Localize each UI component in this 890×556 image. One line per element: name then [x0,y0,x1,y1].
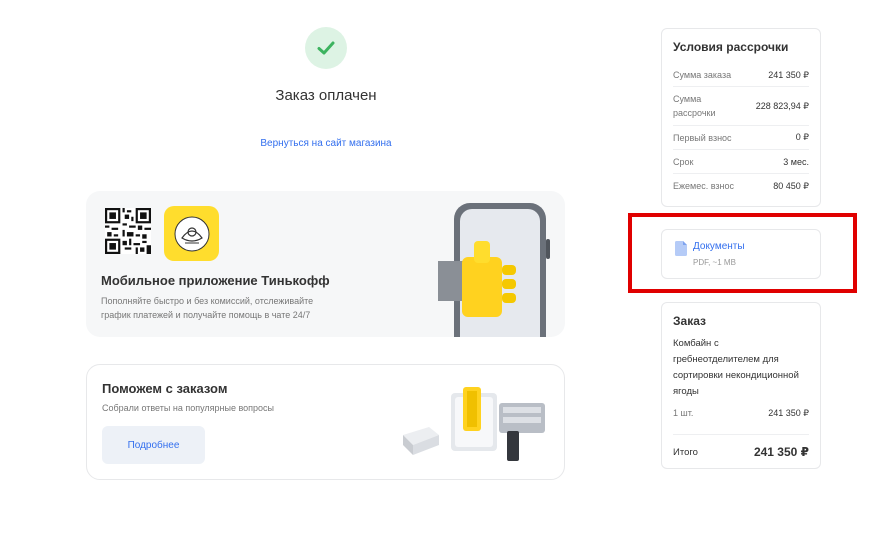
order-qty-row: 1 шт. 241 350 ₽ [673,408,809,419]
back-to-shop-link[interactable]: Вернуться на сайт магазина [180,138,472,149]
terms-value: 3 мес. [783,156,809,167]
terms-value: 241 350 ₽ [768,69,809,80]
terms-row: Срок 3 мес. [673,150,809,174]
terms-value: 80 450 ₽ [773,180,809,191]
total-label: Итого [673,446,698,458]
installment-terms-panel: Условия рассрочки Сумма заказа 241 350 ₽… [661,28,821,207]
check-icon [317,41,335,55]
terms-label: Ежемес. взнос [673,181,735,191]
terms-row: Сумма заказа 241 350 ₽ [673,64,809,87]
terms-label: Первый взнос [673,132,732,143]
documents-meta: PDF, ~1 MB [693,258,736,267]
documents-link[interactable]: Документы [693,241,745,252]
order-total-row: Итого 241 350 ₽ [673,445,809,459]
page-title: Заказ оплачен [275,87,377,104]
terms-value: 228 823,94 ₽ [755,100,809,111]
terms-label: Срок [673,156,694,167]
divider [673,434,809,435]
order-qty: 1 шт. [673,408,694,418]
order-panel: Заказ Комбайн с гребнеотделителем для со… [661,302,821,469]
terms-row: Ежемес. взнос 80 450 ₽ [673,174,809,198]
order-item-name: Комбайн с гребнеотделителем для сортиров… [673,338,799,397]
order-title: Заказ [673,314,706,328]
phone-thumbs-up-illustration [438,203,550,337]
help-description: Собрали ответы на популярные вопросы [102,403,275,413]
qr-code-icon[interactable] [105,208,151,254]
success-badge [305,27,347,69]
app-description: Пополняйте быстро и без комиссий, отслеж… [101,296,314,320]
blocks-illustration [403,387,545,461]
terms-row: Первый взнос 0 ₽ [673,126,809,150]
help-title: Поможем с заказом [102,381,228,396]
more-button[interactable]: Подробнее [102,426,205,464]
documents-panel[interactable]: Документы PDF, ~1 MB [661,229,821,279]
tinkoff-logo [164,206,219,261]
total-value: 241 350 ₽ [753,445,809,459]
terms-title: Условия рассрочки [673,40,789,54]
document-icon [675,241,687,256]
order-qty-price: 241 350 ₽ [768,408,809,418]
emblem-icon [174,216,209,251]
terms-label: Сумма рассрочки [673,94,716,118]
help-card: Поможем с заказом Собрали ответы на попу… [86,364,565,480]
app-promo-card: Мобильное приложение Тинькофф Пополняйте… [86,191,565,337]
terms-value: 0 ₽ [795,132,809,142]
terms-label: Сумма заказа [673,70,732,80]
terms-row: Сумма рассрочки 228 823,94 ₽ [673,87,809,126]
app-title: Мобильное приложение Тинькофф [101,273,330,288]
